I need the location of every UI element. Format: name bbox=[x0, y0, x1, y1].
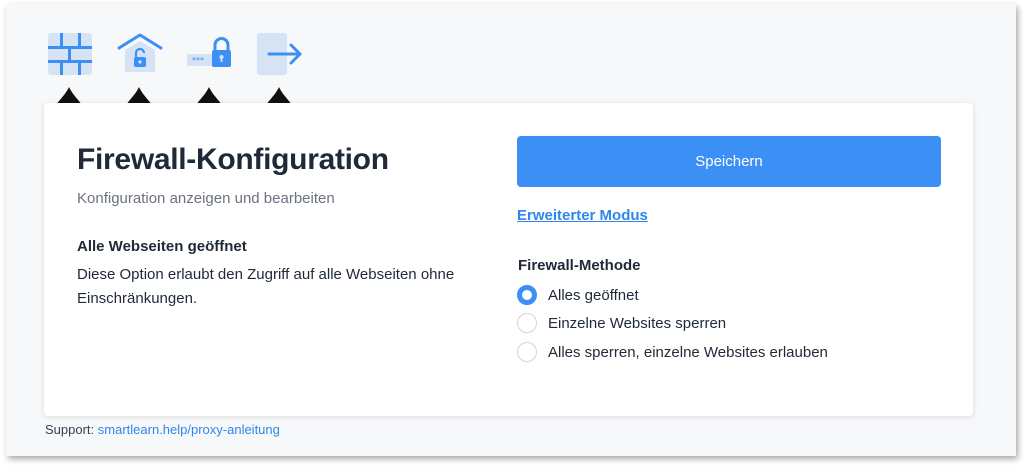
radio-option-block-all-allow-some[interactable]: Alles sperren, einzelne Websites erlaube… bbox=[517, 340, 828, 364]
advanced-mode-link[interactable]: Erweiterter Modus bbox=[517, 207, 648, 224]
radio-button[interactable] bbox=[517, 313, 537, 333]
support-link[interactable]: smartlearn.help/proxy-anleitung bbox=[98, 422, 280, 437]
option-heading: Alle Webseiten geöffnet bbox=[77, 238, 247, 255]
page-title: Firewall-Konfiguration bbox=[77, 143, 389, 176]
radio-label: Alles geöffnet bbox=[548, 286, 639, 304]
radio-label: Alles sperren, einzelne Websites erlaube… bbox=[548, 343, 828, 361]
radio-option-block-some[interactable]: Einzelne Websites sperren bbox=[517, 311, 726, 335]
firewall-brick-icon[interactable] bbox=[46, 30, 94, 78]
option-description: Diese Option erlaubt den Zugriff auf all… bbox=[77, 266, 455, 307]
logout-arrow-icon[interactable] bbox=[256, 30, 304, 78]
page-subtitle: Konfiguration anzeigen und bearbeiten bbox=[77, 190, 335, 207]
radio-option-open-all[interactable]: Alles geöffnet bbox=[517, 283, 639, 307]
svg-text:***: *** bbox=[192, 56, 204, 65]
password-lock-icon[interactable]: *** bbox=[186, 30, 234, 78]
firewall-config-card: Firewall-Konfiguration Konfiguration anz… bbox=[44, 103, 973, 416]
support-footer: Support: smartlearn.help/proxy-anleitung bbox=[45, 422, 280, 437]
support-label: Support: bbox=[45, 422, 95, 437]
radio-button[interactable] bbox=[517, 342, 537, 362]
save-button[interactable]: Speichern bbox=[517, 136, 941, 187]
radio-label: Einzelne Websites sperren bbox=[548, 314, 727, 332]
radio-button-checked[interactable] bbox=[517, 285, 537, 305]
firewall-method-label: Firewall-Methode bbox=[518, 257, 641, 274]
home-unlock-icon[interactable] bbox=[116, 30, 164, 78]
